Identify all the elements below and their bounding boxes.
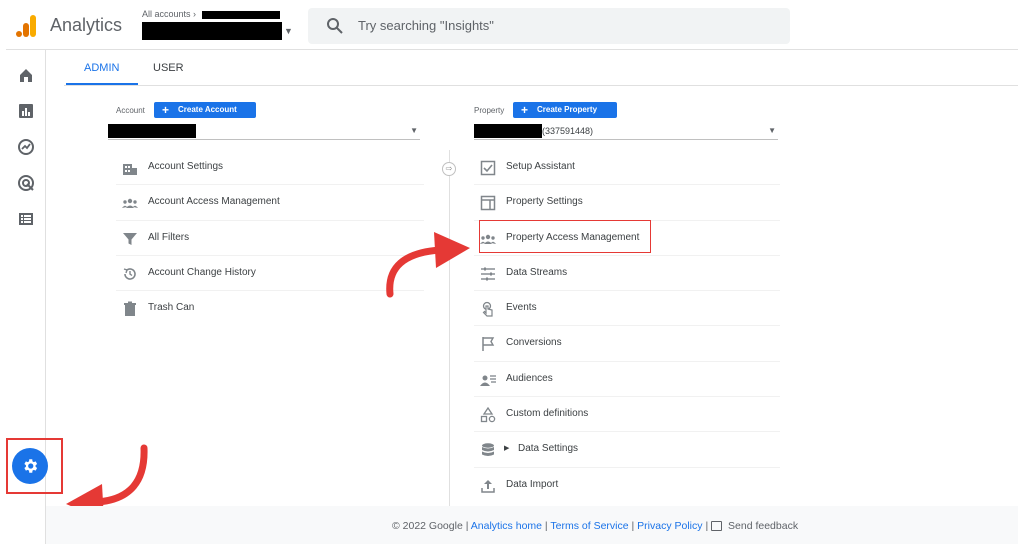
create-property-button[interactable]: + Create Property bbox=[513, 102, 617, 118]
menu-item-label: Setup Assistant bbox=[506, 161, 575, 172]
move-arrow-icon[interactable]: ⇨ bbox=[442, 162, 456, 176]
history-icon bbox=[123, 268, 136, 280]
tab-user[interactable]: USER bbox=[153, 62, 184, 74]
menu-item-label: Audiences bbox=[506, 372, 553, 384]
menu-item-label: Events bbox=[506, 302, 537, 314]
menu-item-data-settings[interactable]: ▶ Data Settings bbox=[474, 432, 780, 468]
copyright: © 2022 Google bbox=[392, 520, 463, 532]
analytics-home-link[interactable]: Analytics home bbox=[471, 520, 542, 532]
people-icon bbox=[122, 199, 138, 209]
admin-gear-button[interactable] bbox=[12, 448, 48, 484]
redacted-property-name[interactable] bbox=[142, 22, 282, 40]
create-account-label: Create Account bbox=[178, 105, 237, 114]
analytics-logo-icon[interactable] bbox=[16, 14, 38, 38]
flag-icon bbox=[482, 337, 495, 352]
building-icon bbox=[123, 164, 137, 175]
chevron-right-icon: › bbox=[193, 9, 197, 19]
menu-item-conversions[interactable]: Conversions bbox=[474, 326, 780, 362]
property-menu: Setup Assistant Property Settings Proper… bbox=[474, 150, 780, 503]
property-access-highlight-box bbox=[479, 220, 651, 253]
search-icon bbox=[327, 18, 343, 34]
menu-item-label: Account Settings bbox=[148, 161, 224, 172]
menu-item-label: Account Change History bbox=[148, 266, 256, 278]
caret-down-icon: ▼ bbox=[410, 126, 418, 135]
account-label: Account bbox=[116, 106, 145, 115]
menu-item-events[interactable]: Events bbox=[474, 291, 780, 327]
breadcrumb-label: All accounts bbox=[142, 9, 191, 19]
touch-icon bbox=[482, 302, 493, 317]
menu-item-label: Data Streams bbox=[506, 266, 568, 278]
caret-down-icon: ▼ bbox=[768, 126, 776, 135]
redacted-account-id bbox=[201, 10, 280, 19]
menu-item-property-settings[interactable]: Property Settings bbox=[474, 185, 780, 221]
layout-icon bbox=[480, 196, 496, 211]
menu-item-account-settings[interactable]: Account Settings bbox=[116, 150, 424, 186]
shapes-icon bbox=[480, 407, 496, 423]
menu-item-data-import[interactable]: Data Import bbox=[474, 468, 780, 503]
property-select[interactable]: (337591448) ▼ bbox=[474, 122, 778, 140]
explore-icon[interactable] bbox=[17, 138, 35, 156]
app-frame: Analytics All accounts › ▼ Try searching… bbox=[6, 2, 1018, 544]
menu-item-account-access-management[interactable]: Account Access Management bbox=[116, 185, 424, 221]
caret-down-icon[interactable]: ▼ bbox=[284, 26, 293, 36]
menu-item-audiences[interactable]: Audiences bbox=[474, 362, 780, 398]
menu-item-label: Account Access Management bbox=[148, 196, 280, 208]
property-label: Property bbox=[474, 106, 505, 115]
terms-of-service-link[interactable]: Terms of Service bbox=[550, 520, 628, 532]
send-feedback-link[interactable]: Send feedback bbox=[728, 520, 798, 532]
menu-item-custom-definitions[interactable]: Custom definitions bbox=[474, 397, 780, 433]
expand-triangle-icon[interactable]: ▶ bbox=[504, 444, 509, 452]
property-id: (337591448) bbox=[542, 126, 594, 136]
upload-icon bbox=[481, 479, 495, 493]
advertising-icon[interactable] bbox=[17, 174, 35, 192]
menu-item-label: Data Import bbox=[506, 478, 559, 490]
column-divider bbox=[449, 150, 450, 510]
plus-icon: + bbox=[521, 103, 529, 117]
checkbox-icon bbox=[480, 160, 496, 176]
footer-links: © 2022 Google | Analytics home | Terms o… bbox=[392, 520, 798, 532]
privacy-policy-link[interactable]: Privacy Policy bbox=[637, 520, 702, 532]
menu-item-data-streams[interactable]: Data Streams bbox=[474, 256, 780, 292]
filter-icon bbox=[123, 232, 137, 245]
database-icon bbox=[482, 443, 494, 457]
account-select[interactable]: ▼ bbox=[108, 122, 420, 140]
reports-icon[interactable] bbox=[17, 102, 35, 120]
top-bar: Analytics All accounts › ▼ Try searching… bbox=[6, 2, 1018, 50]
gear-icon bbox=[24, 459, 38, 473]
active-tab-indicator bbox=[66, 83, 138, 85]
app-name: Analytics bbox=[50, 15, 123, 35]
plus-icon: + bbox=[162, 103, 170, 117]
trash-icon bbox=[124, 301, 136, 317]
menu-item-label: Conversions bbox=[506, 337, 562, 349]
menu-item-setup-assistant[interactable]: Setup Assistant bbox=[474, 150, 780, 186]
create-account-button[interactable]: + Create Account bbox=[154, 102, 256, 118]
menu-item-label: Data Settings bbox=[518, 443, 579, 455]
create-property-label: Create Property bbox=[537, 105, 598, 114]
redacted-account-name bbox=[108, 124, 196, 138]
admin-tabs: ADMIN USER bbox=[64, 50, 1018, 86]
home-icon[interactable] bbox=[17, 66, 35, 84]
footer: © 2022 Google | Analytics home | Terms o… bbox=[46, 506, 1018, 544]
search-placeholder: Try searching "Insights" bbox=[358, 18, 494, 33]
redacted-property-name bbox=[474, 124, 542, 138]
menu-item-label: Trash Can bbox=[148, 302, 195, 314]
annotation-arrow-icon bbox=[386, 232, 470, 298]
menu-item-label: Property Settings bbox=[506, 196, 583, 208]
menu-item-label: Custom definitions bbox=[506, 408, 589, 420]
feedback-icon bbox=[711, 521, 723, 532]
tab-admin[interactable]: ADMIN bbox=[84, 62, 119, 74]
menu-item-label: All Filters bbox=[148, 231, 190, 243]
audience-icon bbox=[480, 375, 496, 386]
streams-icon bbox=[481, 267, 495, 281]
breadcrumb[interactable]: All accounts › bbox=[142, 9, 280, 19]
search-bar[interactable]: Try searching "Insights" bbox=[308, 8, 790, 44]
configure-icon[interactable] bbox=[17, 210, 35, 228]
admin-highlight-box bbox=[6, 438, 63, 494]
